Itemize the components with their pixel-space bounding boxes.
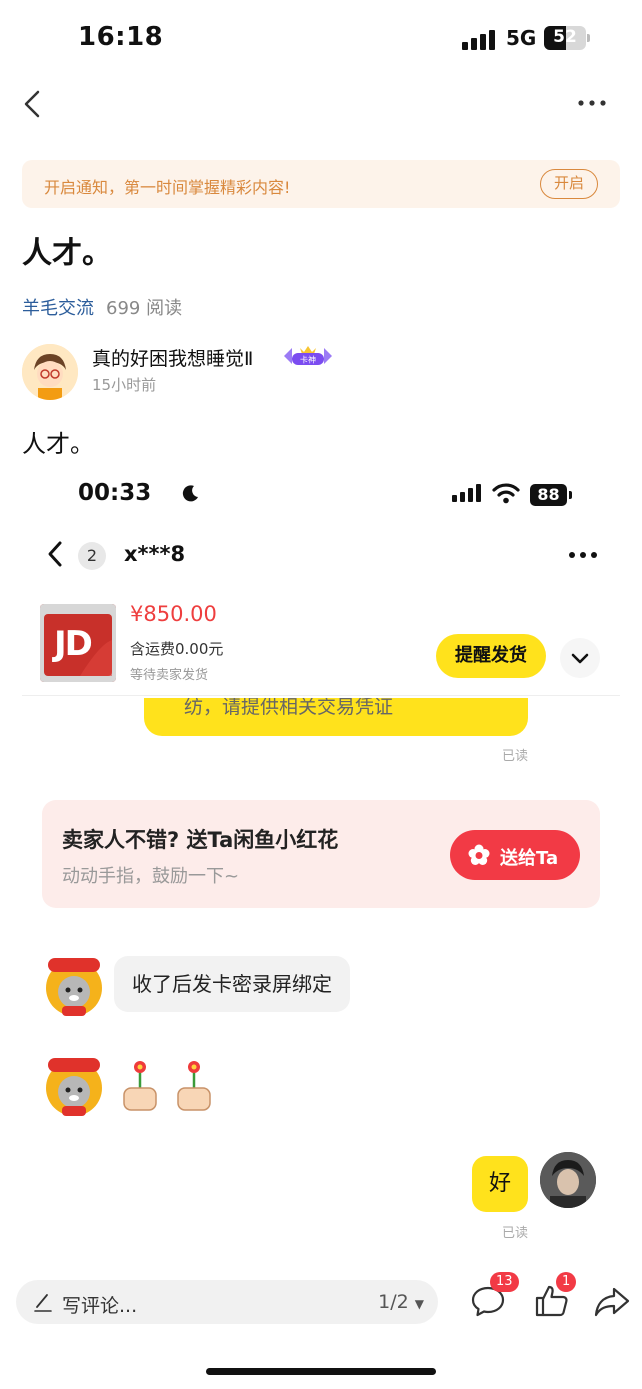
home-indicator[interactable]: [206, 1368, 436, 1375]
post-time: 15小时前: [92, 376, 157, 394]
comment-placeholder: 写评论...: [62, 1295, 138, 1317]
back-icon[interactable]: [22, 88, 46, 120]
send-flower-button[interactable]: 送给Ta: [450, 830, 580, 880]
seller-avatar[interactable]: [42, 1054, 106, 1118]
my-avatar[interactable]: [540, 1152, 596, 1208]
page-indicator-label: 1/2: [378, 1291, 409, 1313]
product-image: JD: [40, 604, 116, 682]
battery-icon: 52: [544, 26, 590, 50]
thumbs-up-flower-emoji-icon: [177, 1061, 211, 1111]
page-indicator[interactable]: 1/2 ▼: [378, 1291, 424, 1313]
product-image-label: JD: [54, 624, 93, 664]
wifi-icon: [492, 483, 520, 504]
attached-screenshot[interactable]: 00:33 88 2 x***8 JD ¥850.00 含运费0.00元 等待卖…: [22, 462, 620, 1252]
post-body: 人才。: [22, 430, 94, 458]
previous-message-bubble: 纺，请提供相关交易凭证: [144, 698, 528, 736]
flower-card-title: 卖家人不错? 送Ta闲鱼小红花: [62, 828, 339, 852]
chat-back-icon[interactable]: [46, 540, 64, 568]
network-type: 5G: [506, 26, 537, 50]
post-title: 人才。: [22, 236, 112, 271]
screenshot-battery-icon: 88: [530, 484, 572, 506]
chat-username: x***8: [124, 542, 186, 566]
card-god-badge: 卡神: [282, 344, 334, 368]
send-flower-label: 送给Ta: [500, 848, 559, 869]
notification-text: 开启通知，第一时间掌握精彩内容!: [44, 178, 291, 197]
like-count-badge: 1: [556, 1272, 577, 1292]
battery-level: 52: [553, 27, 577, 47]
comment-input[interactable]: 写评论... 1/2 ▼: [16, 1280, 438, 1324]
seller-message-bubble: 收了后发卡密录屏绑定: [114, 956, 350, 1012]
screenshot-battery-level: 88: [537, 485, 560, 504]
caret-down-icon: ▼: [414, 1297, 424, 1311]
product-price: ¥850.00: [130, 602, 217, 626]
circle-link[interactable]: 羊毛交流: [22, 298, 94, 319]
status-time: 16:18: [78, 22, 164, 52]
more-icon[interactable]: [576, 92, 608, 114]
post-meta: 羊毛交流 699 阅读: [22, 294, 182, 320]
share-icon[interactable]: [594, 1284, 630, 1318]
chat-more-icon[interactable]: [568, 548, 598, 562]
flower-card-subtitle: 动动手指，鼓励一下~: [62, 866, 240, 887]
moon-icon: [182, 485, 198, 502]
enable-notification-button[interactable]: 开启: [540, 169, 598, 199]
read-receipt: 已读: [502, 1226, 529, 1241]
pen-icon: [34, 1294, 52, 1312]
notification-banner: 开启通知，第一时间掌握精彩内容! 开启: [22, 160, 620, 208]
my-message-bubble: 好: [472, 1156, 528, 1212]
screenshot-signal-icon: [452, 484, 484, 502]
product-card[interactable]: JD ¥850.00 含运费0.00元 等待卖家发货 提醒发货: [22, 592, 620, 696]
product-shipping: 含运费0.00元: [130, 640, 224, 658]
remind-shipment-button[interactable]: 提醒发货: [436, 634, 546, 678]
unread-count-badge: 2: [78, 542, 106, 570]
previous-message-text: 纺，请提供相关交易凭证: [184, 698, 394, 718]
comment-count-badge: 13: [490, 1272, 519, 1292]
thumbs-up-flower-emoji-icon: [123, 1061, 157, 1111]
read-count: 699 阅读: [106, 298, 183, 319]
cellular-signal-icon: [462, 28, 496, 50]
send-flower-card: 卖家人不错? 送Ta闲鱼小红花 动动手指，鼓励一下~ 送给Ta: [42, 800, 600, 908]
seller-avatar[interactable]: [42, 954, 106, 1018]
screenshot-status-time: 00:33: [78, 480, 152, 506]
status-bar: 16:18 5G 52: [0, 0, 642, 72]
author-name[interactable]: 真的好困我想睡觉Ⅱ: [92, 344, 253, 371]
chevron-down-icon[interactable]: [560, 638, 600, 678]
badge-label: 卡神: [300, 355, 316, 365]
flower-icon: [468, 844, 490, 865]
order-status: 等待卖家发货: [130, 668, 209, 683]
author-avatar[interactable]: [22, 344, 78, 400]
read-receipt: 已读: [502, 749, 529, 764]
